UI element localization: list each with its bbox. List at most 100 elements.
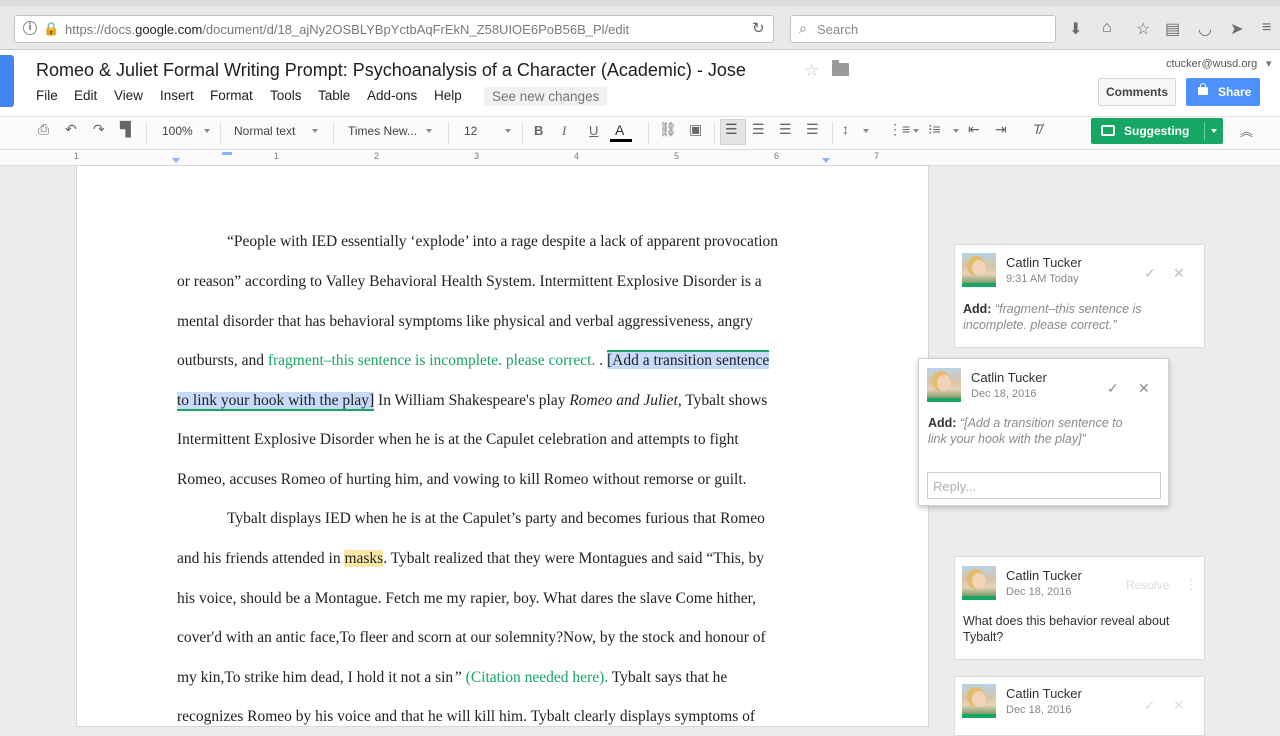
reject-icon[interactable]: ✕ [1173,697,1185,714]
italic-button[interactable]: I [562,123,566,139]
ruler[interactable] [0,150,1280,166]
left-indent-marker[interactable] [172,158,180,163]
right-indent-marker[interactable] [822,158,830,163]
comments-button[interactable]: Comments [1098,78,1176,106]
text-run: outbursts, and [177,352,268,369]
address-bar[interactable]: i 🔒 https://docs.google.com/document/d/1… [14,15,774,43]
comment-text: “fragment–this sentence is [994,302,1142,316]
commented-text[interactable]: masks [344,550,384,567]
button-divider [1204,122,1205,140]
align-right-icon[interactable]: ☰ [779,121,792,138]
docs-logo-icon[interactable] [0,55,14,107]
avatar [962,566,996,600]
redo-icon[interactable]: ↷ [93,121,105,138]
send-icon[interactable]: ➤ [1230,19,1243,39]
collapse-menus-icon[interactable]: ︽ [1240,121,1253,140]
paint-format-icon[interactable]: ▜ [120,121,131,138]
print-icon[interactable]: ⎙ [38,121,49,138]
comment-author: Catlin Tucker [1006,686,1082,701]
reject-icon[interactable]: ✕ [1173,265,1185,282]
comment-date: Dec 18, 2016 [1006,586,1072,598]
user-email[interactable]: ctucker@wusd.org [1166,58,1257,70]
menu-icon[interactable]: ≡ [1262,19,1271,37]
reload-icon[interactable]: ↻ [752,19,765,37]
comment-date: Dec 18, 2016 [1006,704,1072,716]
zoom-select[interactable]: 100% [162,124,193,138]
document-title[interactable]: Romeo & Juliet Formal Writing Prompt: Ps… [36,60,746,81]
accept-icon[interactable]: ✓ [1107,380,1119,397]
ruler-label: 3 [474,151,480,161]
comment-body: Add: “[Add a transition sentence to link … [928,415,1164,447]
accept-icon[interactable]: ✓ [1144,697,1156,714]
pocket-icon[interactable]: ◡ [1198,19,1212,39]
reject-icon[interactable]: ✕ [1138,380,1150,397]
suggested-insertion[interactable]: (Citation needed here). [466,669,608,686]
suggested-insertion[interactable]: fragment–this sentence is incomplete. pl… [268,352,596,369]
share-button[interactable]: Share [1186,78,1260,106]
style-select[interactable]: Normal text [234,124,295,138]
link-icon[interactable]: ⛓ [659,121,677,138]
menu-help[interactable]: Help [434,88,462,103]
suggesting-mode-button[interactable]: Suggesting [1091,118,1223,144]
body-line: to link your hook with the play] In Will… [177,392,767,411]
menu-table[interactable]: Table [318,88,350,103]
menu-add-ons[interactable]: Add-ons [367,88,417,103]
download-icon[interactable]: ⬇ [1069,19,1082,39]
see-new-changes-link[interactable]: See new changes [484,87,608,106]
underline-button[interactable]: U [589,123,598,138]
share-label: Share [1218,85,1252,99]
reading-list-icon[interactable]: ▤ [1165,19,1180,39]
accept-icon[interactable]: ✓ [1144,265,1156,282]
ruler-label: 2 [374,151,380,161]
lock-icon [1198,83,1208,95]
home-icon[interactable]: ⌂ [1102,19,1112,37]
decrease-indent-icon[interactable]: ⇤ [968,121,980,138]
align-justify-icon[interactable]: ☰ [806,121,819,138]
menu-view[interactable]: View [114,88,143,103]
comment-icon[interactable]: ▣ [689,121,702,138]
comment-action-label: Add: [928,416,957,430]
text-run: . Tybalt realized that they were Montagu… [383,550,765,567]
more-options-icon[interactable]: ⋮ [1184,576,1198,593]
clear-formatting-icon[interactable]: T̸ [1033,121,1042,137]
text-color-indicator [610,139,632,142]
browser-search-input[interactable]: ⌕ Search [790,15,1056,43]
folder-icon[interactable] [832,60,849,76]
increase-indent-icon[interactable]: ⇥ [995,121,1007,138]
menu-insert[interactable]: Insert [160,88,194,103]
body-line: outbursts, and fragment–this sentence is… [177,350,770,370]
first-line-indent-marker[interactable] [222,152,232,155]
font-size-select[interactable]: 12 [464,124,477,138]
numbered-list-icon[interactable]: ⋮≡ [888,121,910,138]
url-text[interactable]: https://docs.google.com/document/d/18_aj… [65,22,629,37]
menu-edit[interactable]: Edit [74,88,97,103]
text-color-button[interactable]: A [615,122,624,138]
selected-suggestion[interactable]: to link your hook with the play] [177,392,375,411]
account-caret-icon[interactable]: ▾ [1266,57,1272,70]
star-icon[interactable]: ☆ [804,61,819,81]
line-spacing-icon[interactable]: ↕ [842,121,849,137]
bold-button[interactable]: B [534,123,543,138]
toolbar-divider [333,122,334,144]
resolve-button[interactable]: Resolve [1126,578,1169,592]
toolbar-divider [448,122,449,144]
menu-file[interactable]: File [36,88,58,103]
url-host: google.com [135,22,203,37]
text-run: my kin,To strike him dead, I hold it not… [177,669,454,686]
bulleted-list-icon[interactable]: ⁝≡ [928,121,941,138]
reply-input[interactable]: Reply... [927,472,1161,499]
comment-action-label: Add: [963,302,992,316]
body-line: Romeo, accuses Romeo of hurting him, and… [177,471,747,488]
align-center-icon[interactable]: ☰ [752,121,765,138]
undo-icon[interactable]: ↶ [65,121,77,138]
menu-tools[interactable]: Tools [270,88,302,103]
toolbar-divider [522,122,523,144]
menu-format[interactable]: Format [210,88,253,103]
selected-suggestion[interactable]: [Add a transition sentence [607,350,770,369]
body-line: or reason” according to Valley Behaviora… [177,273,762,290]
font-select[interactable]: Times New... [348,124,417,138]
chevron-down-icon [426,129,432,133]
bookmark-star-icon[interactable]: ☆ [1136,19,1150,39]
info-icon[interactable]: i [23,21,37,35]
comment-date: Dec 18, 2016 [971,388,1037,400]
